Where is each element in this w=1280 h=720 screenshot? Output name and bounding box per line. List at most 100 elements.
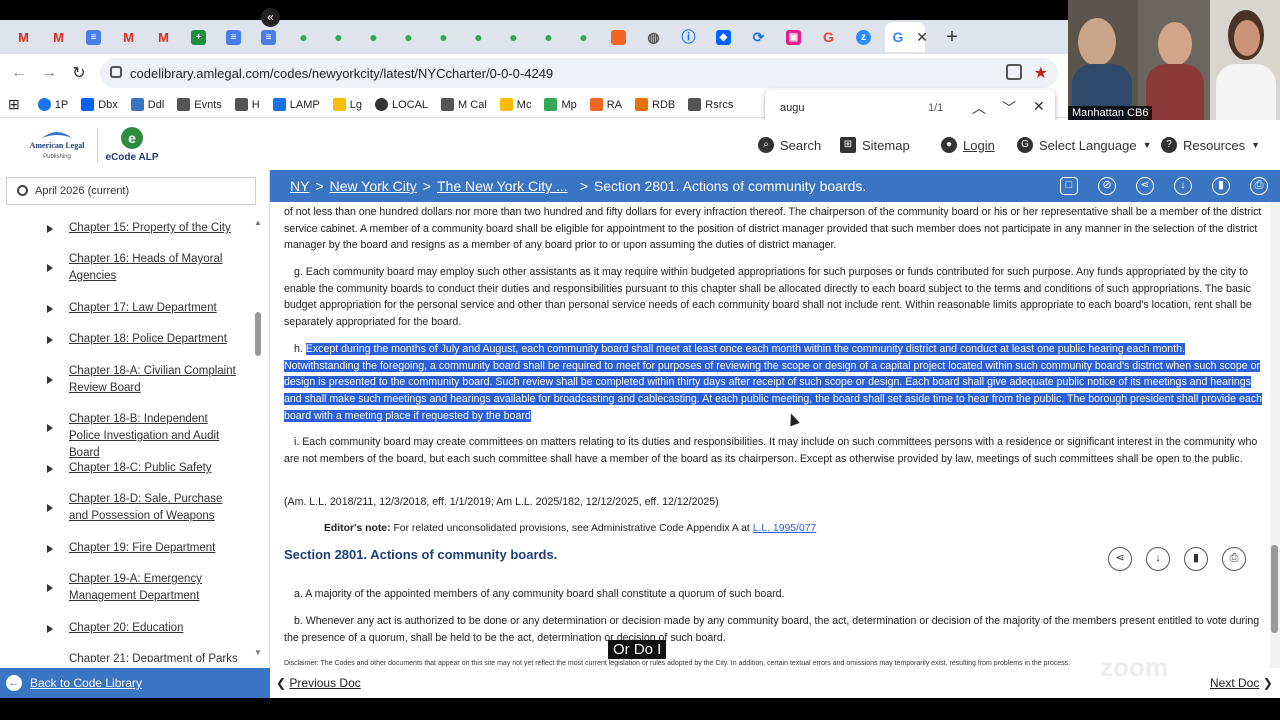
bookmark-icon <box>234 98 248 111</box>
new-tab-button[interactable]: + <box>937 22 967 52</box>
forward-button[interactable]: → <box>34 58 64 88</box>
find-input[interactable]: augu <box>780 102 804 114</box>
breadcrumb-ny[interactable]: NY <box>290 178 309 194</box>
bookmark-icon[interactable]: ▮ <box>1212 177 1230 195</box>
bookmark-rsrcs[interactable]: Rsrcs <box>688 98 733 111</box>
section-download-icon[interactable]: ↓ <box>1146 547 1170 571</box>
tab-gmail-3[interactable]: M <box>111 22 146 52</box>
expand-arrow-icon[interactable] <box>47 545 53 553</box>
version-selector[interactable]: April 2026 (current) <box>6 177 256 205</box>
tab-maps-6[interactable]: ● <box>461 22 496 52</box>
expand-arrow-icon[interactable] <box>47 225 53 233</box>
bookmark-lamp[interactable]: LAMP <box>272 98 320 111</box>
apps-icon[interactable]: ⊞ <box>8 96 20 113</box>
section-share-icon[interactable]: ⋖ <box>1108 547 1132 571</box>
tab-docs-1[interactable]: ≡ <box>76 22 111 52</box>
expand-arrow-icon[interactable] <box>47 504 53 512</box>
american-legal-logo[interactable]: American Legal Publishing <box>22 126 92 164</box>
expand-arrow-icon[interactable] <box>47 625 53 633</box>
editors-note-link[interactable]: L.L. 1995/077 <box>753 523 817 534</box>
tab-maps-2[interactable]: ● <box>321 22 356 52</box>
lens-icon[interactable] <box>1006 64 1022 80</box>
share-icon[interactable]: ⋖ <box>1136 177 1154 195</box>
tab-close[interactable]: ✕ <box>907 22 937 52</box>
next-doc-link[interactable]: Next Doc ❯ <box>1210 676 1273 690</box>
tab-maps-7[interactable]: ● <box>496 22 531 52</box>
ecode-logo[interactable]: e eCode ALP <box>102 126 172 164</box>
content-scroll-thumb[interactable] <box>1271 545 1278 633</box>
back-to-code-library[interactable]: ← Back to Code Library <box>0 668 270 698</box>
tab-zoom[interactable]: z <box>846 22 881 52</box>
previous-doc-link[interactable]: ❮ Previous Doc <box>276 676 361 690</box>
tab-globe[interactable]: ◍ <box>636 22 671 52</box>
tab-maps-8[interactable]: ● <box>531 22 566 52</box>
bookmark-rdb[interactable]: RDB <box>635 98 675 111</box>
tab-1password[interactable]: ⓘ <box>671 22 706 52</box>
print-icon[interactable]: ⎙ <box>1250 177 1268 195</box>
scroll-up-icon[interactable]: ▲ <box>254 218 262 227</box>
tab-maps-9[interactable]: ● <box>566 22 601 52</box>
breadcrumb-nyc[interactable]: New York City <box>330 178 417 194</box>
tab-google-1[interactable]: G <box>811 22 846 52</box>
url-bar[interactable]: codelibrary.amlegal.com/codes/newyorkcit… <box>100 58 1058 88</box>
tab-office[interactable] <box>601 22 636 52</box>
reload-button[interactable]: ↻ <box>64 58 94 88</box>
bookmark-dbx[interactable]: Dbx <box>81 98 118 111</box>
expand-arrow-icon[interactable] <box>47 465 53 473</box>
tab-dropbox[interactable]: ◆ <box>706 22 741 52</box>
find-previous-icon[interactable]: ︿ <box>972 98 986 118</box>
tab-docs-2[interactable]: ≡ <box>216 22 251 52</box>
docs-icon: ≡ <box>86 29 101 45</box>
tab-maps-1[interactable]: ● <box>286 22 321 52</box>
tab-app-pink[interactable]: ▣ <box>776 22 811 52</box>
find-next-icon[interactable]: ﹀ <box>1002 98 1016 118</box>
collapse-sidebar-button[interactable]: « <box>261 8 280 27</box>
site-info-icon[interactable] <box>110 66 122 78</box>
tab-gmail-4[interactable]: M <box>146 22 181 52</box>
expand-arrow-icon[interactable] <box>47 376 53 384</box>
section-bookmark-icon[interactable]: ▮ <box>1184 547 1208 571</box>
tab-sheets[interactable]: + <box>181 22 216 52</box>
expand-arrow-icon[interactable] <box>47 584 53 592</box>
breadcrumb-charter[interactable]: The New York City ... <box>437 178 568 194</box>
sidebar-scrollbar[interactable]: ▲ ▼ <box>254 218 262 658</box>
find-count: 1/1 <box>928 102 944 114</box>
scroll-down-icon[interactable]: ▼ <box>254 648 262 657</box>
sidebar-scroll-thumb[interactable] <box>255 312 261 356</box>
bookmark-ddl[interactable]: Ddl <box>130 98 164 111</box>
sitemap-link[interactable]: ⊞ Sitemap <box>840 137 910 153</box>
find-close-icon[interactable]: ✕ <box>1033 98 1045 115</box>
tab-gmail-2[interactable]: M <box>41 22 76 52</box>
hide-highlights-icon[interactable]: ⊘ <box>1098 177 1116 195</box>
bookmark-lg[interactable]: Lg <box>332 98 362 111</box>
bookmark-local[interactable]: LOCAL <box>374 98 428 111</box>
resources-menu[interactable]: ? Resources ▼ <box>1161 137 1260 153</box>
bookmark-h[interactable]: H <box>234 98 260 111</box>
bookmark-ra[interactable]: RA <box>589 98 622 111</box>
back-button[interactable]: ← <box>4 58 34 88</box>
bookmark-mp[interactable]: Mp <box>544 98 577 111</box>
expand-arrow-icon[interactable] <box>47 305 53 313</box>
tab-maps-3[interactable]: ● <box>356 22 391 52</box>
tab-maps-4[interactable]: ● <box>391 22 426 52</box>
annotate-icon[interactable]: □ <box>1060 177 1078 195</box>
logo-divider <box>97 128 98 162</box>
section-print-icon[interactable]: ⎙ <box>1222 547 1246 571</box>
language-select[interactable]: G Select Language ▼ <box>1017 137 1152 153</box>
bookmark-1p[interactable]: 1P <box>37 98 68 111</box>
drive-icon <box>544 98 558 111</box>
tab-sync[interactable]: ⟳ <box>741 22 776 52</box>
tab-maps-5[interactable]: ● <box>426 22 461 52</box>
expand-arrow-icon[interactable] <box>47 264 53 272</box>
search-link[interactable]: ⌕ Search <box>758 137 821 153</box>
expand-arrow-icon[interactable] <box>47 336 53 344</box>
bookmark-mcal[interactable]: M Cal <box>441 98 487 111</box>
bookmark-mc[interactable]: Mc <box>499 98 531 111</box>
disclaimer: Disclaimer: The Codes and other document… <box>284 660 1071 667</box>
expand-arrow-icon[interactable] <box>47 424 53 432</box>
login-link[interactable]: ● Login <box>941 137 995 153</box>
tab-gmail-1[interactable]: M <box>6 22 41 52</box>
download-icon[interactable]: ↓ <box>1174 177 1192 195</box>
bookmark-evnts[interactable]: Evnts <box>177 98 222 111</box>
bookmark-star-icon[interactable]: ★ <box>1034 63 1048 83</box>
